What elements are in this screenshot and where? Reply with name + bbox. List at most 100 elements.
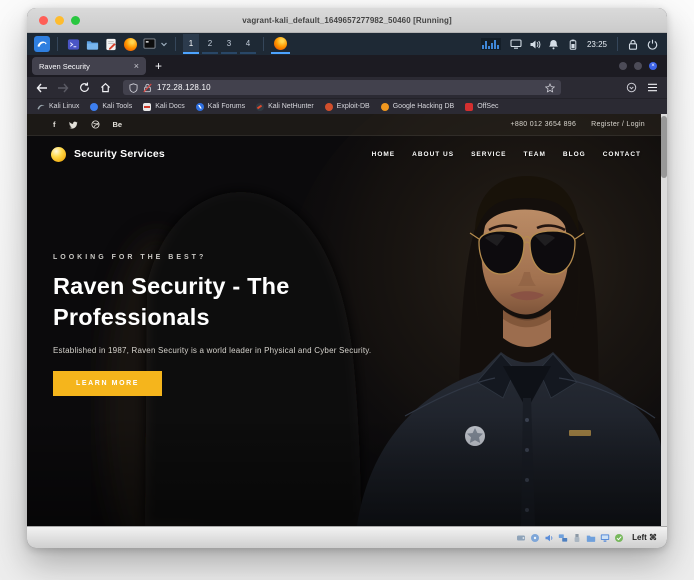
nav-team[interactable]: TEAM <box>524 151 546 158</box>
web-page-content: f Be +880 012 3654 896 Register / Login … <box>27 114 667 526</box>
exploit-db-icon <box>325 103 333 111</box>
hard-disk-icon[interactable] <box>515 532 526 543</box>
topbar-right: +880 012 3654 896 Register / Login <box>511 121 645 128</box>
taskbar-clock[interactable]: 23:25 <box>587 40 607 49</box>
register-login-link[interactable]: Register / Login <box>591 121 645 128</box>
terminal-dropdown-icon[interactable] <box>141 36 157 52</box>
bookmark-kali-nethunter[interactable]: Kali NetHunter <box>256 103 314 111</box>
nav-contact[interactable]: CONTACT <box>603 151 641 158</box>
bookmark-google-hacking-db[interactable]: Google Hacking DB <box>381 103 454 111</box>
insecure-lock-icon[interactable] <box>143 83 152 93</box>
kali-taskbar: 1 2 3 4 23:25 <box>27 33 667 55</box>
audio-icon[interactable] <box>543 532 554 543</box>
maximize-button[interactable] <box>634 62 642 70</box>
tab-raven-security[interactable]: Raven Security × <box>32 57 146 75</box>
offsec-icon <box>465 103 473 111</box>
site-brand[interactable]: Security Services <box>74 148 165 160</box>
back-icon[interactable] <box>35 81 49 95</box>
close-traffic-light[interactable] <box>39 16 48 25</box>
workspace-2[interactable]: 2 <box>202 34 218 54</box>
nav-about-us[interactable]: ABOUT US <box>412 151 454 158</box>
close-button[interactable]: × <box>649 62 657 70</box>
behance-icon[interactable]: Be <box>113 120 123 129</box>
lock-screen-icon[interactable] <box>625 36 641 52</box>
hero-title: Raven Security - The Professionals <box>53 271 399 333</box>
taskbar-separator <box>617 37 618 51</box>
nav-service[interactable]: SERVICE <box>471 151 506 158</box>
bookmark-kali-docs[interactable]: Kali Docs <box>143 103 185 111</box>
firefox-tab-bar: Raven Security × + × <box>27 55 667 77</box>
minimize-traffic-light[interactable] <box>55 16 64 25</box>
terminal-app-icon[interactable] <box>65 36 81 52</box>
kali-docs-icon <box>143 103 151 111</box>
chevron-down-icon[interactable] <box>160 40 168 48</box>
nav-home[interactable]: HOME <box>372 151 396 158</box>
kali-tools-icon <box>90 103 98 111</box>
shared-folders-icon[interactable] <box>585 532 596 543</box>
forward-icon[interactable] <box>56 81 70 95</box>
home-icon[interactable] <box>98 81 112 95</box>
hero-copy: LOOKING FOR THE BEST? Raven Security - T… <box>53 254 399 396</box>
optical-drive-icon[interactable] <box>529 532 540 543</box>
dribbble-icon[interactable] <box>91 120 100 129</box>
learn-more-button[interactable]: LEARN MORE <box>53 371 162 396</box>
notifications-bell-icon[interactable] <box>546 36 562 52</box>
window-controls <box>39 16 80 25</box>
site-nav: HOME ABOUT US SERVICE TEAM BLOG CONTACT <box>372 151 641 158</box>
bookmark-kali-forums[interactable]: Kali Forums <box>196 103 245 111</box>
twitter-icon[interactable] <box>69 121 78 129</box>
power-icon[interactable] <box>644 36 660 52</box>
menu-hamburger-icon[interactable] <box>645 81 659 95</box>
url-text[interactable]: 172.28.128.10 <box>157 83 540 92</box>
site-header: Security Services HOME ABOUT US SERVICE … <box>27 136 661 172</box>
bookmark-exploit-db[interactable]: Exploit-DB <box>325 103 370 111</box>
virtualbox-window: vagrant-kali_default_1649657277982_50460… <box>27 8 667 548</box>
virtualbox-statusbar: Left ⌘ <box>27 526 667 548</box>
reload-icon[interactable] <box>77 81 91 95</box>
url-bar[interactable]: 172.28.128.10 <box>123 80 561 95</box>
hero-kicker: LOOKING FOR THE BEST? <box>53 254 399 261</box>
firefox-launcher-icon[interactable] <box>122 36 138 52</box>
display-status-icon[interactable] <box>599 532 610 543</box>
macos-titlebar: vagrant-kali_default_1649657277982_50460… <box>27 8 667 33</box>
bookmark-kali-linux[interactable]: Kali Linux <box>37 103 79 111</box>
bookmark-star-icon[interactable] <box>545 83 555 93</box>
battery-icon[interactable] <box>565 36 581 52</box>
tab-close-icon[interactable]: × <box>134 62 139 71</box>
kali-menu-icon[interactable] <box>34 36 50 52</box>
usb-icon[interactable] <box>571 532 582 543</box>
extensions-icon[interactable] <box>624 81 638 95</box>
firefox-nav-toolbar: 172.28.128.10 <box>27 77 667 98</box>
bookmark-kali-tools[interactable]: Kali Tools <box>90 103 132 111</box>
mouse-integration-icon[interactable] <box>613 532 624 543</box>
vm-window-title: vagrant-kali_default_1649657277982_50460… <box>27 16 667 25</box>
zoom-traffic-light[interactable] <box>71 16 80 25</box>
workspace-4[interactable]: 4 <box>240 34 256 54</box>
taskbar-separator <box>175 37 176 51</box>
volume-icon[interactable] <box>527 36 543 52</box>
phone-number: +880 012 3654 896 <box>511 121 577 128</box>
minimize-button[interactable] <box>619 62 627 70</box>
cpu-graph-icon[interactable] <box>481 38 501 50</box>
network-icon[interactable] <box>557 532 568 543</box>
kali-dragon-icon <box>37 103 45 111</box>
tracking-protection-shield-icon[interactable] <box>129 83 138 93</box>
file-manager-icon[interactable] <box>84 36 100 52</box>
hero-description: Established in 1987, Raven Security is a… <box>53 346 399 355</box>
google-hacking-db-icon <box>381 103 389 111</box>
nav-blog[interactable]: BLOG <box>563 151 586 158</box>
bookmarks-toolbar: Kali Linux Kali Tools Kali Docs Kali For… <box>27 98 667 114</box>
site-topbar: f Be +880 012 3654 896 Register / Login <box>27 114 661 136</box>
new-tab-button[interactable]: + <box>155 59 162 73</box>
bookmark-offsec[interactable]: OffSec <box>465 103 498 111</box>
display-tray-icon[interactable] <box>508 36 524 52</box>
page-scrollbar[interactable] <box>661 114 667 526</box>
social-links: f Be <box>53 120 122 129</box>
running-firefox-window-button[interactable] <box>271 34 290 54</box>
text-editor-icon[interactable] <box>103 36 119 52</box>
workspace-1[interactable]: 1 <box>183 34 199 54</box>
workspace-3[interactable]: 3 <box>221 34 237 54</box>
facebook-icon[interactable]: f <box>53 120 56 129</box>
site-logo-icon[interactable] <box>51 147 66 162</box>
scrollbar-thumb[interactable] <box>661 116 667 178</box>
